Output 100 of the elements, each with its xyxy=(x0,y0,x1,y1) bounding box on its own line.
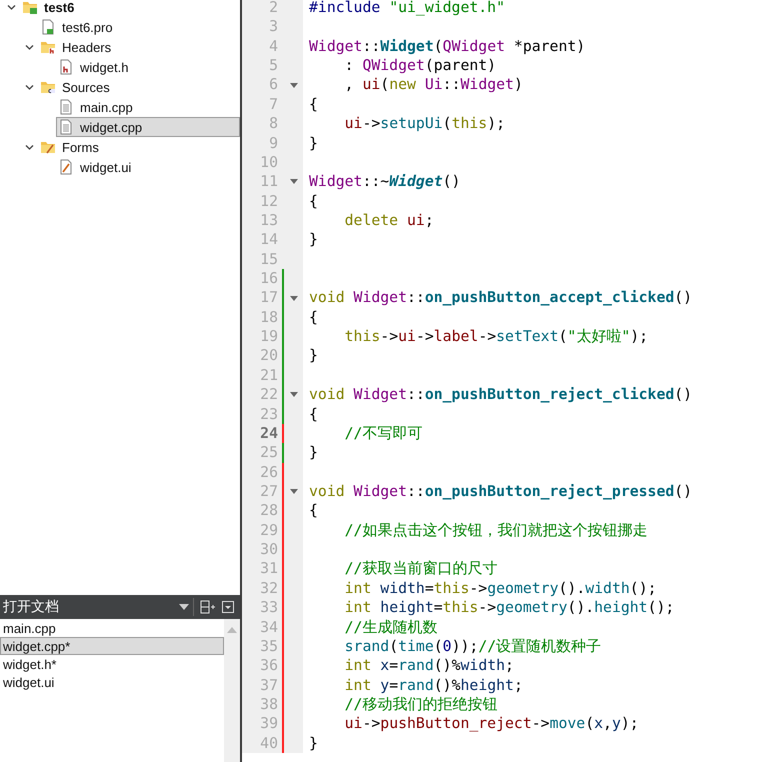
chevron-down-icon[interactable] xyxy=(6,2,16,12)
line-number: 40 xyxy=(259,734,278,754)
dropdown-icon[interactable] xyxy=(179,604,189,610)
line-number: 16 xyxy=(259,269,278,288)
split-icon[interactable] xyxy=(200,600,216,614)
line-number: 37 xyxy=(259,676,278,695)
code-line: ui->pushButton_reject->move(x,y); xyxy=(344,714,639,734)
line-number: 13 xyxy=(259,210,278,230)
line-number: 19 xyxy=(259,327,278,346)
code-line: srand(time(0));//设置随机数种子 xyxy=(344,636,602,656)
line-number: 7 xyxy=(268,94,278,114)
chevron-down-icon[interactable] xyxy=(24,42,34,52)
line-number: 29 xyxy=(259,520,278,540)
line-number: 3 xyxy=(268,17,278,37)
code-line: void Widget::on_pushButton_accept_clicked() xyxy=(308,288,692,308)
document-item[interactable]: widget.ui xyxy=(0,673,224,691)
tree-item[interactable]: widget.ui xyxy=(56,157,240,177)
line-number: 35 xyxy=(259,636,278,656)
folder-icon xyxy=(40,39,56,55)
code-line: //获取当前窗口的尺寸 xyxy=(344,559,498,579)
line-number: 21 xyxy=(259,366,278,386)
line-number: 18 xyxy=(259,308,278,328)
code-line: { xyxy=(308,94,318,114)
code-line: int height=this->geometry().height(); xyxy=(344,598,674,618)
line-number: 34 xyxy=(259,618,278,637)
chevron-down-icon[interactable] xyxy=(24,142,34,152)
code-line: } xyxy=(308,443,318,463)
panel-title: 打开文档 xyxy=(2,598,60,616)
close-panel-icon[interactable] xyxy=(222,601,234,613)
tree-item[interactable]: Headers xyxy=(38,37,240,57)
document-item[interactable]: widget.h* xyxy=(0,655,224,673)
code-line: { xyxy=(308,192,318,211)
line-number: 27 xyxy=(259,482,278,502)
line-number: 31 xyxy=(259,559,278,579)
code-line: //不写即可 xyxy=(344,424,422,444)
code-line: //如果点击这个按钮，我们就把这个按钮挪走 xyxy=(344,520,648,540)
line-number: 25 xyxy=(259,443,278,463)
code-line: this->ui->label->setText("太好啦"); xyxy=(344,327,648,346)
file-icon xyxy=(58,159,74,175)
line-number: 17 xyxy=(259,288,278,308)
tree-item[interactable]: widget.cpp xyxy=(56,117,240,137)
code-line: Widget::~Widget() xyxy=(308,172,460,192)
code-line: } xyxy=(308,734,318,754)
line-number: 38 xyxy=(259,694,278,714)
line-number: 12 xyxy=(259,192,278,211)
line-number: 33 xyxy=(259,598,278,618)
folder-icon xyxy=(40,139,56,155)
fold-icon[interactable] xyxy=(290,179,298,184)
code-line: //移动我们的拒绝按钮 xyxy=(344,694,498,714)
line-number: 22 xyxy=(259,385,278,405)
code-line: int y=rand()%height; xyxy=(344,676,523,695)
line-number: 26 xyxy=(259,462,278,482)
document-item[interactable]: widget.cpp* xyxy=(0,637,224,655)
code-line: : QWidget(parent) xyxy=(344,56,496,76)
fold-icon[interactable] xyxy=(290,296,298,301)
code-line: delete ui; xyxy=(344,210,434,230)
code-line: { xyxy=(308,308,318,328)
code-line: Widget::Widget(QWidget *parent) xyxy=(308,36,586,56)
scrollbar[interactable] xyxy=(224,619,240,762)
document-item[interactable]: main.cpp xyxy=(0,619,224,637)
folder-icon xyxy=(22,0,38,15)
file-icon xyxy=(58,59,74,75)
line-number: 10 xyxy=(259,152,278,172)
line-number: 4 xyxy=(268,36,278,56)
line-number: 23 xyxy=(259,404,278,424)
line-number: 2 xyxy=(268,0,278,18)
tree-item[interactable]: main.cpp xyxy=(56,97,240,117)
code-line: , ui(new Ui::Widget) xyxy=(344,75,523,95)
tree-item[interactable]: Sources xyxy=(38,77,240,97)
file-icon xyxy=(58,99,74,115)
line-number: 24 xyxy=(259,424,278,444)
line-number: 28 xyxy=(259,501,278,521)
code-line: } xyxy=(308,134,318,153)
line-number: 6 xyxy=(268,75,278,95)
line-number: 14 xyxy=(259,230,278,250)
line-number: 20 xyxy=(259,346,278,366)
code-line: { xyxy=(308,501,318,521)
tree-item[interactable]: widget.h xyxy=(56,57,240,77)
file-icon xyxy=(40,19,56,35)
code-line: void Widget::on_pushButton_reject_pressed() xyxy=(308,482,692,502)
folder-icon xyxy=(40,79,56,95)
tree-item[interactable]: test6.pro xyxy=(38,17,240,37)
tree-item[interactable]: Forms xyxy=(38,137,240,157)
fold-icon[interactable] xyxy=(290,392,298,398)
line-number: 32 xyxy=(259,578,278,598)
line-number: 11 xyxy=(259,172,278,192)
line-number: 39 xyxy=(259,714,278,734)
chevron-down-icon[interactable] xyxy=(24,82,34,92)
code-line: void Widget::on_pushButton_reject_clicked() xyxy=(308,385,692,405)
line-number: 8 xyxy=(268,114,278,134)
tree-item[interactable]: test6 xyxy=(20,0,240,17)
line-number: 15 xyxy=(259,250,278,270)
line-number: 9 xyxy=(268,134,278,153)
code-line: ui->setupUi(this); xyxy=(344,114,506,134)
line-number: 30 xyxy=(259,540,278,560)
fold-icon[interactable] xyxy=(290,489,298,494)
line-number: 36 xyxy=(259,656,278,676)
fold-icon[interactable] xyxy=(290,82,298,88)
code-line: } xyxy=(308,346,318,366)
code-line: int x=rand()%width; xyxy=(344,656,514,676)
